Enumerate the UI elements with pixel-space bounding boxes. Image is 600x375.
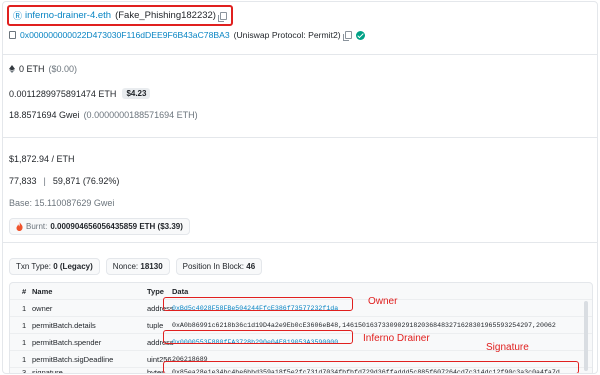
fee-row: 0.0011289975891474 ETH $4.23 [9,88,151,99]
to-contract-address-link[interactable]: 0x000000000022D473030F116dDEE9F6B43aC78B… [20,30,230,40]
from-row: Ⓡ inferno-drainer-4.eth (Fake_Phishing18… [7,5,233,26]
gas-price-gwei: 18.8571694 Gwei [9,110,80,120]
header-type: Type [147,286,164,296]
gas-usage-row: 77,833 | 59,871 (76.92%) [9,176,119,186]
copy-icon[interactable] [217,11,227,22]
position-pill: Position In Block: 46 [175,258,263,275]
gas-separator: | [43,176,46,186]
to-row: 0x000000000022D473030F116dDEE9F6B43aC78B… [9,30,365,41]
row-name: permitBatch.sigDeadline [32,354,114,364]
row-index: 1 [22,337,27,347]
gas-price-row: 18.8571694 Gwei (0.0000000188571694 ETH) [9,110,198,120]
ens-name-link[interactable]: inferno-drainer-4.eth [25,10,111,21]
row-index: 1 [22,354,27,364]
txn-type-value: 0 (Legacy) [53,262,93,271]
eth-price-row: $1,872.94 / ETH [9,154,75,164]
burnt-row: Burnt: 0.000904656056435859 ETH ($3.39) [9,218,190,235]
row-name: owner [32,303,53,313]
row-name: permitBatch.spender [32,337,102,347]
fee-usd-badge: $4.23 [122,88,151,99]
fee-eth: 0.0011289975891474 ETH [9,88,117,99]
burnt-fees-pill: Burnt: 0.000904656056435859 ETH ($3.39) [9,218,190,235]
ens-icon: Ⓡ [13,11,23,21]
table-scrollbar[interactable] [584,301,588,371]
gas-price-eth: (0.0000000188571694 ETH) [83,110,198,120]
gas-limit: 77,833 [9,176,37,186]
ens-label: (Fake_Phishing182232) [115,10,216,21]
divider [3,54,597,55]
signature-highlight-box [163,361,579,373]
to-contract-label: (Uniswap Protocol: Permit2) [233,30,341,40]
attributes-row: Txn Type: 0 (Legacy) Nonce: 18130 Positi… [9,258,268,275]
txn-type-label: Txn Type: [16,262,51,271]
base-fee-row: Base: 15.110087629 Gwei [9,198,114,208]
gas-used: 59,871 (76.92%) [52,176,120,186]
row-type: tuple [147,320,164,330]
flame-icon [16,222,23,231]
header-index: # [22,286,27,296]
value-row: 0 ETH ($0.00) [9,64,77,74]
row-index: 1 [22,303,27,313]
txn-type-pill: Txn Type: 0 (Legacy) [9,258,100,275]
value-eth: 0 ETH [19,64,45,74]
base-fee: Base: 15.110087629 Gwei [9,198,115,208]
nonce-value: 18130 [140,262,163,271]
burnt-value: 0.000904656056435859 ETH ($3.39) [50,222,183,231]
eth-price: $1,872.94 / ETH [9,154,75,164]
position-value: 46 [246,262,256,271]
verified-check-icon [355,30,365,40]
value-usd: ($0.00) [48,64,78,74]
owner-highlight-box [163,297,353,311]
row-index: 3 [22,368,27,374]
copy-icon[interactable] [342,31,352,41]
position-label: Position In Block: [182,262,245,271]
eth-diamond-icon [9,65,15,73]
row-data: 0xA0b86991c6218b36c1d19D4a2e9Eb0cE3606eB… [172,321,556,329]
row-name: signature [32,368,63,374]
nonce-label: Nonce: [112,262,139,271]
row-index: 1 [22,320,27,330]
divider [3,137,597,138]
ens-highlight-box: Ⓡ inferno-drainer-4.eth (Fake_Phishing18… [7,5,233,26]
divider [3,242,597,243]
row-name: permitBatch.details [32,320,96,330]
owner-annotation: Owner [368,296,398,307]
burnt-label: Burnt: [26,222,48,231]
drainer-highlight-box [163,330,353,344]
transaction-details-panel: Ⓡ inferno-drainer-4.eth (Fake_Phishing18… [2,1,598,374]
drainer-annotation: Inferno Drainer [363,333,430,344]
contract-icon [9,31,16,39]
header-name: Name [32,286,53,296]
signature-annotation: Signature [486,342,529,353]
header-data: Data [172,286,189,296]
nonce-pill: Nonce: 18130 [105,258,170,275]
